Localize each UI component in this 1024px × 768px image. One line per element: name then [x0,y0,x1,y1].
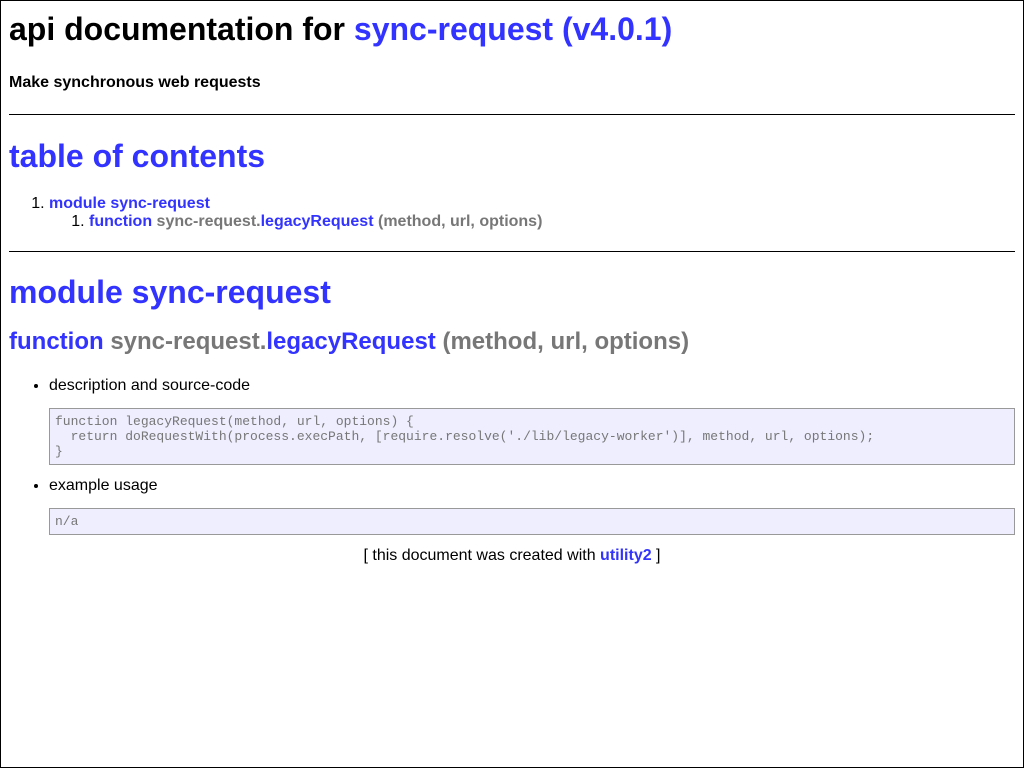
page-title: api documentation for sync-request (v4.0… [9,9,1015,49]
function-name: legacyRequest [266,328,436,355]
toc-function-namespace: sync-request. [156,213,261,230]
toc-function-link[interactable]: function sync-request.legacyRequest (met… [89,213,542,230]
function-heading-link[interactable]: function sync-request.legacyRequest (met… [9,328,689,355]
function-namespace: sync-request. [110,328,267,355]
toc-module-link[interactable]: module sync-request [49,195,210,212]
footer-suffix: ] [651,547,661,564]
toc-item-function: function sync-request.legacyRequest (met… [89,213,1015,231]
title-prefix: api documentation for [9,11,354,47]
toc-heading-link[interactable]: table of contents [9,138,265,174]
divider [9,251,1015,252]
toc-heading: table of contents [9,136,1015,176]
module-heading-link[interactable]: module sync-request [9,274,331,310]
list-item: description and source-code function leg… [49,377,1015,465]
description-label: description and source-code [49,377,251,394]
list-item: example usage n/a [49,477,1015,535]
example-code-block: n/a [49,508,1015,535]
divider [9,114,1015,115]
function-details: description and source-code function leg… [9,377,1015,535]
example-label: example usage [49,477,158,494]
toc-function-name: legacyRequest [260,213,374,230]
toc-item-module: module sync-request function sync-reques… [49,195,1015,231]
toc-function-args: (method, url, options) [377,213,543,230]
toc-function-keyword: function [89,213,153,230]
module-heading: module sync-request [9,272,1015,312]
toc-sublist: function sync-request.legacyRequest (met… [49,213,1015,231]
package-link[interactable]: sync-request (v4.0.1) [354,11,672,47]
footer: [ this document was created with utility… [9,547,1015,565]
function-keyword: function [9,328,104,355]
toc-list: module sync-request function sync-reques… [9,195,1015,231]
function-heading: function sync-request.legacyRequest (met… [9,326,1015,358]
page-subtitle: Make synchronous web requests [9,74,261,91]
footer-prefix: [ this document was created with [363,547,601,564]
source-code-block: function legacyRequest(method, url, opti… [49,408,1015,465]
utility2-link[interactable]: utility2 [600,547,652,564]
page: api documentation for sync-request (v4.0… [1,9,1023,565]
function-args: (method, url, options) [442,328,690,355]
